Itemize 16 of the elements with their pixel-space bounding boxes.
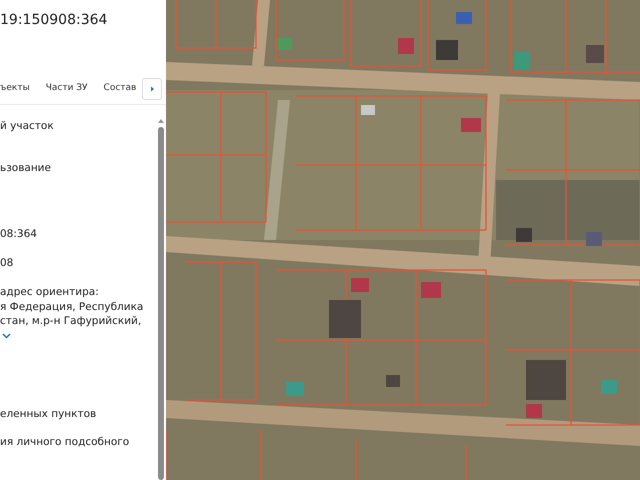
field-value: ия личного подсобного [0, 435, 130, 450]
satellite-map-drawing[interactable] [166, 0, 640, 480]
chevron-down-icon[interactable] [2, 332, 11, 338]
field-value: й участок [0, 119, 55, 134]
scrollbar[interactable] [157, 119, 164, 480]
field-value: 08:364 [0, 227, 38, 242]
parcel-number: 19:150908:364 [0, 12, 108, 28]
tab[interactable]: Состав [104, 79, 136, 99]
tab[interactable]: ъекты [0, 79, 30, 99]
tab[interactable]: Части ЗУ [46, 79, 88, 99]
scroll-up-icon[interactable] [158, 119, 164, 123]
field-value: еленных пунктов [0, 406, 98, 421]
field-value: 08 [0, 256, 14, 270]
caret-right-icon [150, 86, 155, 92]
field-value: ьзование [0, 160, 52, 175]
field-value: адрес ориентира: я Федерация, Республика стан, м.р-н Гафурийский, [0, 285, 144, 328]
